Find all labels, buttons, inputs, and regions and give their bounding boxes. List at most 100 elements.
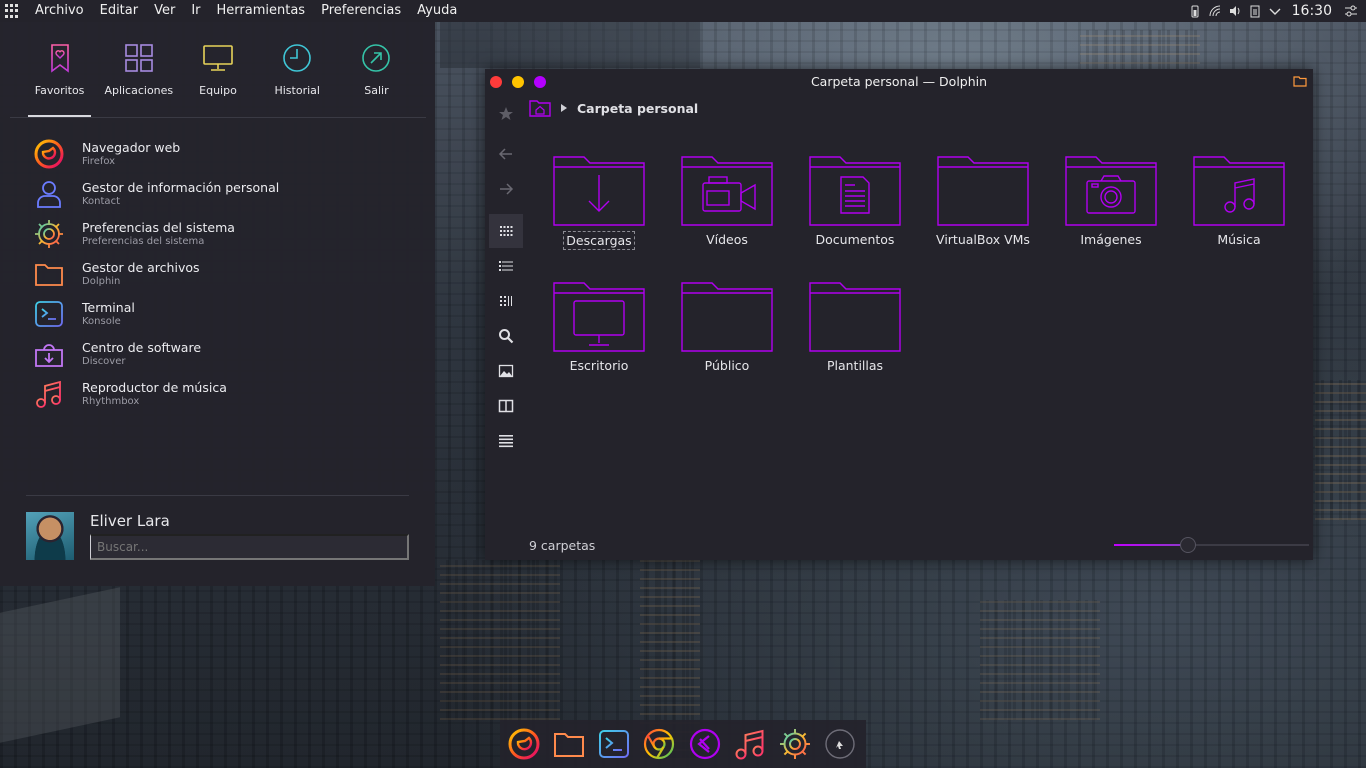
volume-icon[interactable] [1228, 4, 1242, 18]
contact-icon [32, 177, 66, 211]
item-name: Terminal [82, 300, 135, 315]
folder-label: Plantillas [826, 358, 884, 373]
folder-icon [937, 156, 1029, 226]
settings-icon [780, 729, 811, 759]
folder-label: Vídeos [706, 232, 748, 247]
menu-archivo[interactable]: Archivo [27, 0, 92, 22]
preview-button[interactable] [489, 354, 523, 388]
app-menu-icon[interactable] [5, 4, 19, 18]
item-name: Preferencias del sistema [82, 220, 235, 235]
arrow-left-icon [498, 148, 512, 160]
tab-equipo[interactable]: Equipo [178, 22, 257, 117]
folder-icon[interactable] [1293, 75, 1307, 87]
dock-firefox[interactable] [504, 724, 543, 764]
list-item-kontact[interactable]: Gestor de información personal Kontact [32, 174, 279, 214]
software-center-icon [32, 337, 66, 371]
home-folder-icon[interactable] [529, 99, 551, 117]
folder-imagenes[interactable]: Imágenes [1065, 155, 1157, 265]
clock[interactable]: 16:30 [1292, 3, 1332, 19]
dock-settings[interactable] [776, 724, 815, 764]
battery-icon[interactable] [1188, 4, 1202, 18]
divider [26, 495, 409, 496]
files-icon [553, 733, 584, 757]
dock-terminal[interactable] [595, 724, 634, 764]
menu-preferencias[interactable]: Preferencias [313, 0, 409, 22]
dock-clock[interactable] [821, 724, 860, 764]
video-camera-icon [681, 156, 773, 226]
dock-chrome[interactable] [640, 724, 679, 764]
icons-view-button[interactable] [489, 214, 523, 248]
clipboard-icon[interactable] [1248, 4, 1262, 18]
list-item-discover[interactable]: Centro de software Discover [32, 334, 279, 374]
list-item-dolphin[interactable]: Gestor de archivos Dolphin [32, 254, 279, 294]
tab-historial[interactable]: Historial [258, 22, 337, 117]
search-input[interactable] [90, 534, 409, 560]
item-sub: Kontact [82, 196, 120, 207]
folder-publico[interactable]: Público [681, 281, 773, 391]
music-icon [735, 729, 764, 760]
item-name: Gestor de archivos [82, 260, 200, 275]
tab-label: Favoritos [34, 84, 85, 97]
item-name: Gestor de información personal [82, 180, 280, 195]
folder-documentos[interactable]: Documentos [809, 155, 901, 265]
menu-ir[interactable]: Ir [183, 0, 208, 22]
top-panel: Archivo Editar Ver Ir Herramientas Prefe… [0, 0, 1366, 22]
folder-escritorio[interactable]: Escritorio [553, 281, 645, 391]
tab-favoritos[interactable]: Favoritos [20, 22, 99, 117]
back-button[interactable] [489, 137, 523, 171]
exit-icon [362, 44, 391, 72]
dock [500, 720, 866, 768]
list-item-system-settings[interactable]: Preferencias del sistema Preferencias del… [32, 214, 279, 254]
folder-plantillas[interactable]: Plantillas [809, 281, 901, 391]
folder-musica[interactable]: Música [1193, 155, 1285, 265]
list-item-konsole[interactable]: Terminal Konsole [32, 294, 279, 334]
firefox-icon [508, 728, 540, 760]
item-name: Reproductor de música [82, 380, 227, 395]
list-item-firefox[interactable]: Navegador web Firefox [32, 134, 279, 174]
window-title: Carpeta personal — Dolphin [810, 74, 988, 89]
menu-editar[interactable]: Editar [92, 0, 147, 22]
hamburger-icon [499, 435, 513, 448]
wifi-icon[interactable] [1208, 4, 1222, 18]
menu-ver[interactable]: Ver [146, 0, 183, 22]
dock-vscode[interactable] [685, 724, 724, 764]
tab-aplicaciones[interactable]: Aplicaciones [99, 22, 178, 117]
menu-button[interactable] [489, 424, 523, 458]
breadcrumb-current[interactable]: Carpeta personal [577, 101, 698, 116]
sliders-icon[interactable] [1344, 4, 1358, 18]
menu-herramientas[interactable]: Herramientas [209, 0, 314, 22]
monitor-icon [203, 45, 233, 71]
split-view-button[interactable] [489, 389, 523, 423]
item-sub: Firefox [82, 156, 116, 167]
avatar[interactable] [26, 512, 74, 560]
application-launcher: Favoritos Aplicaciones Equipo Historial … [0, 22, 435, 586]
folder-label: Música [1217, 232, 1261, 247]
zoom-slider[interactable] [1114, 537, 1309, 553]
user-name: Eliver Lara [90, 512, 170, 530]
folder-label: Escritorio [569, 358, 629, 373]
bookmark-heart-icon [50, 44, 69, 73]
tab-label: Salir [364, 84, 389, 97]
details-view-button[interactable] [489, 249, 523, 283]
chevron-down-icon[interactable] [1268, 4, 1282, 18]
firefox-icon [32, 137, 66, 171]
photo-camera-icon [1065, 156, 1157, 226]
dock-music[interactable] [730, 724, 769, 764]
menu-ayuda[interactable]: Ayuda [409, 0, 465, 22]
search-button[interactable] [489, 319, 523, 353]
compact-view-button[interactable] [489, 284, 523, 318]
folder-label: Documentos [815, 232, 895, 247]
folder-virtualbox[interactable]: VirtualBox VMs [936, 155, 1030, 265]
forward-button[interactable] [489, 172, 523, 206]
clock-icon [825, 729, 856, 759]
item-name: Centro de software [82, 340, 202, 355]
item-sub: Konsole [82, 316, 121, 327]
folder-descargas[interactable]: Descargas [553, 155, 645, 265]
zoom-slider-handle[interactable] [1180, 537, 1197, 553]
list-item-rhythmbox[interactable]: Reproductor de música Rhythmbox [32, 374, 279, 414]
bookmark-button[interactable] [489, 97, 523, 131]
folder-videos[interactable]: Vídeos [681, 155, 773, 265]
item-sub: Preferencias del sistema [82, 236, 205, 247]
tab-salir[interactable]: Salir [337, 22, 416, 117]
dock-files[interactable] [549, 724, 588, 764]
